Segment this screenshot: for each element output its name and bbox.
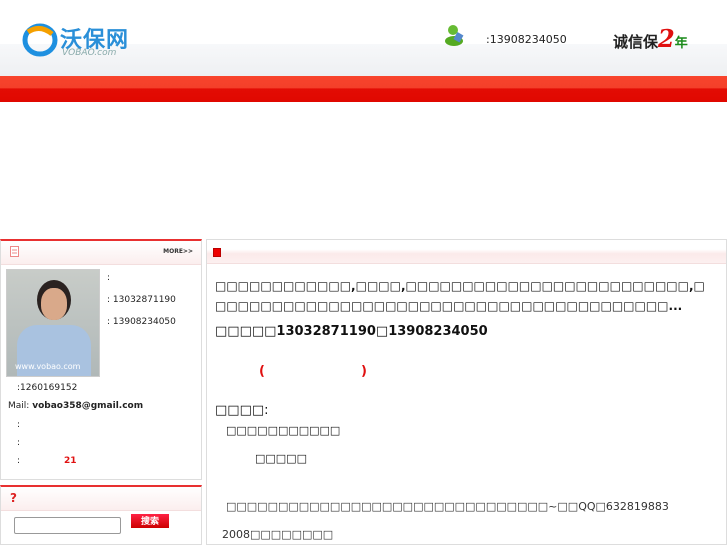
mail-link[interactable]: vobao358@gmail.com bbox=[32, 401, 143, 411]
search-button[interactable]: 搜索 bbox=[131, 514, 169, 528]
nav-bar bbox=[0, 76, 727, 102]
section-title: □□□□: bbox=[215, 403, 269, 418]
search-panel: ? 搜索 bbox=[0, 485, 202, 545]
red-paren-open: ( bbox=[259, 364, 265, 379]
search-input[interactable] bbox=[14, 517, 121, 534]
trust-badge: 诚信保2年 bbox=[613, 24, 688, 53]
document-icon bbox=[10, 246, 19, 257]
site-logo[interactable]: 沃保网 VOBAO.com bbox=[20, 20, 150, 60]
logo-icon bbox=[22, 23, 58, 57]
contact-line: □□□□□13032871190□13908234050 bbox=[215, 324, 488, 339]
contact-person-icon bbox=[444, 24, 464, 46]
bullet-icon bbox=[213, 248, 221, 257]
profile-field: :21 bbox=[17, 456, 77, 466]
agent-photo: www.vobao.com bbox=[6, 269, 100, 377]
intro-panel: □□□□□□□□□□□□,□□□□,□□□□□□□□□□□□□□□□□□□□□□… bbox=[206, 239, 727, 545]
profile-mobile-1: : 13032871190 bbox=[107, 295, 176, 305]
section-item: □□□□□□□□□□□ bbox=[226, 424, 341, 437]
profile-mobile-2: : 13908234050 bbox=[107, 317, 176, 327]
profile-qq: :1260169152 bbox=[17, 383, 78, 393]
profile-panel-header: MORE>> bbox=[1, 241, 201, 265]
question-icon: ? bbox=[10, 491, 17, 505]
profile-panel: MORE>> www.vobao.com : : 13032871190 : 1… bbox=[0, 239, 202, 480]
header-phone: :13908234050 bbox=[486, 33, 567, 46]
search-panel-header: ? bbox=[1, 487, 201, 511]
red-paren-close: ) bbox=[361, 364, 367, 379]
profile-field: : bbox=[17, 438, 21, 448]
intro-paragraph: □□□□□□□□□□□□,□□□□,□□□□□□□□□□□□□□□□□□□□□□… bbox=[215, 279, 705, 313]
section-item: 2008□□□□□□□□ bbox=[222, 528, 334, 541]
profile-field: : bbox=[107, 273, 111, 283]
profile-field: : bbox=[17, 420, 21, 430]
section-item: □□□□□ bbox=[255, 452, 307, 465]
section-item: □□□□□□□□□□□□□□□□□□□□□□□□□□□□□□□~□□QQ□632… bbox=[226, 500, 669, 513]
intro-panel-header bbox=[207, 240, 726, 264]
profile-mail: Mail: vobao358@gmail.com bbox=[8, 401, 144, 411]
more-link[interactable]: MORE>> bbox=[163, 248, 193, 255]
logo-subtext: VOBAO.com bbox=[62, 48, 117, 58]
